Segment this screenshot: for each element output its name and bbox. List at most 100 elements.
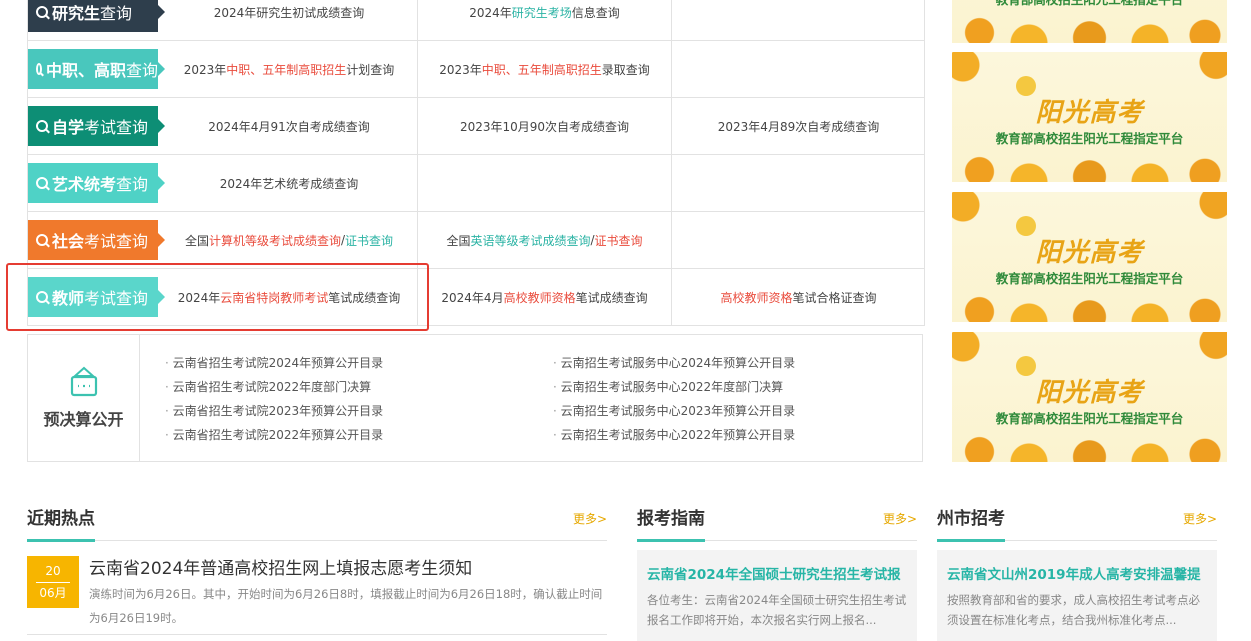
query-text: 2023年4月89次自考成绩查询 [717,119,880,134]
query-cell[interactable]: 2023年10月90次自考成绩查询 [417,98,671,154]
query-row: 中职、高职 查询 2023年 中职、五年制高职招生 计划查询 2023年 中职、五年制高职招… [28,41,924,98]
query-cell[interactable]: 全国 英语等级考试成绩查询 / 证书查询 [417,212,671,268]
query-category-label[interactable]: 自学 考试查询 [28,106,165,146]
news-summary: 演练时间为6月26日。其中，开始时间为6月26日8时，填报截止时间为6月26日1… [89,587,603,625]
query-cell[interactable]: 2023年 中职、五年制高职招生 计划查询 [162,41,416,97]
sunshine-gaokao-banner[interactable]: 阳光高考 教育部高校招生阳光工程指定平台 [952,332,1227,462]
search-icon [36,234,48,246]
query-text: 录取查询 [601,62,650,77]
label-bold: 社会 [52,232,85,251]
sunshine-gaokao-banner[interactable]: 阳光高考 教育部高校招生阳光工程指定平台 [952,192,1227,322]
search-icon [36,177,48,189]
sunshine-gaokao-banner[interactable]: 阳光高考 教育部高校招生阳光工程指定平台 [952,0,1227,43]
more-link[interactable]: 更多> [1183,510,1217,527]
exam-guide-section: 报考指南 更多> 云南省2024年全国硕士研究生招生考试报 各位考生：云南省20… [637,506,917,641]
budget-link[interactable]: 云南省招生考试院2022年度部门决算 [165,375,383,399]
label-rest: 查询 [125,61,158,80]
section-title: 州市招考 [937,506,1005,542]
query-text: 2024年艺术统考成绩查询 [219,176,359,191]
query-category-label[interactable]: 社会 考试查询 [28,220,165,260]
query-text: 笔试成绩查询 [575,290,648,305]
section-header: 近期热点 更多> [27,506,607,542]
query-link-text[interactable]: 计算机等级考试成绩查询 [209,232,341,249]
label-rest: 考试查询 [84,118,149,137]
query-text: 2023年 [439,62,482,77]
query-link-text[interactable]: 英语等级考试成绩查询 [470,232,590,249]
query-text: 2024年 [469,5,512,20]
budget-list-left: 云南省招生考试院2024年预算公开目录 云南省招生考试院2022年度部门决算 云… [165,351,384,447]
query-cell [417,155,671,211]
budget-link[interactable]: 云南省招生考试院2022年预算公开目录 [165,423,384,447]
query-link-text[interactable]: 高校教师资格 [504,289,576,306]
query-link-text[interactable]: 中职、五年制高职招生 [226,61,346,78]
query-cell [671,0,925,40]
label-rest: 查询 [100,4,133,23]
query-link-text[interactable]: 证书查询 [345,232,393,249]
search-icon [36,6,48,18]
query-text: 信息查询 [571,5,620,20]
budget-icon [70,366,97,397]
query-text: 2024年4月 [441,290,504,305]
query-cell[interactable]: 高校教师资格 笔试合格证查询 [671,269,925,325]
banner-subtitle: 教育部高校招生阳光工程指定平台 [995,131,1184,146]
budget-list-right: 云南招生考试服务中心2024年预算公开目录 云南招生考试服务中心2022年度部门… [553,351,796,447]
query-row: 艺术统考 查询 2024年艺术统考成绩查询 [28,155,924,212]
label-rest: 考试查询 [84,232,149,251]
label-bold: 自学 [52,118,85,137]
divider [27,634,607,635]
budget-link[interactable]: 云南招生考试服务中心2022年度部门决算 [553,375,795,399]
guide-card[interactable]: 云南省2024年全国硕士研究生招生考试报 各位考生：云南省2024年全国硕士研究… [637,550,917,641]
section-title: 报考指南 [637,506,705,542]
query-text: 全国 [446,233,471,248]
query-cell[interactable]: 2024年艺术统考成绩查询 [162,155,416,211]
label-bold: 研究生 [52,4,101,23]
budget-link[interactable]: 云南招生考试服务中心2022年预算公开目录 [553,423,796,447]
query-cell[interactable]: 2024年研究生初试成绩查询 [162,0,416,40]
query-category-label[interactable]: 中职、高职 查询 [28,49,165,89]
query-text: 2024年4月91次自考成绩查询 [208,119,370,134]
budget-link[interactable]: 云南省招生考试院2023年预算公开目录 [165,399,384,423]
budget-header: 预决算公开 [28,335,140,461]
banner-title: 阳光高考 [1035,98,1144,128]
query-link-text[interactable]: 高校教师资格 [720,289,792,306]
query-row: 自学 考试查询 2024年4月91次自考成绩查询 2023年10月90次自考成绩查询 2… [28,98,924,155]
budget-link[interactable]: 云南招生考试服务中心2023年预算公开目录 [553,399,796,423]
query-category-label[interactable]: 艺术统考 查询 [28,163,165,203]
query-link-text[interactable]: 中职、五年制高职招生 [482,61,602,78]
query-link-text[interactable]: 证书查询 [595,232,643,249]
more-link[interactable]: 更多> [573,510,607,527]
query-cell[interactable]: 2024年4月 高校教师资格 笔试成绩查询 [417,269,671,325]
news-title-link[interactable]: 云南省2024年普通高校招生网上填报志愿考生须知 [89,554,472,579]
card-title[interactable]: 云南省文山州2019年成人高考安排温馨提 [947,563,1201,583]
label-rest: 查询 [116,175,149,194]
prefecture-exam-section: 州市招考 更多> 云南省文山州2019年成人高考安排温馨提 按照教育部和省的要求… [937,506,1217,641]
section-header: 州市招考 更多> [937,506,1217,542]
query-cell[interactable]: 2023年4月89次自考成绩查询 [671,98,925,154]
more-link[interactable]: 更多> [883,510,917,527]
label-bold: 中职、高职 [45,61,126,80]
query-text: 2024年研究生初试成绩查询 [213,5,365,20]
sunshine-gaokao-banner[interactable]: 阳光高考 教育部高校招生阳光工程指定平台 [952,52,1227,182]
query-cell[interactable]: 全国 计算机等级考试成绩查询 / 证书查询 [162,212,416,268]
hot-news-section: 近期热点 更多> [27,506,607,542]
section-title: 近期热点 [27,506,95,542]
banner-subtitle: 教育部高校招生阳光工程指定平台 [995,411,1184,426]
date-month: 06月 [39,586,67,600]
card-text: 各位考生：云南省2024年全国硕士研究生招生考试报名工作即将开始，本次报名实行网… [647,593,907,627]
banner-subtitle: 教育部高校招生阳光工程指定平台 [952,0,1227,8]
banner-title: 阳光高考 [1035,238,1144,268]
banner-subtitle: 教育部高校招生阳光工程指定平台 [995,271,1184,286]
query-category-label[interactable]: 研究生 查询 [28,0,165,32]
prefecture-card[interactable]: 云南省文山州2019年成人高考安排温馨提 按照教育部和省的要求，成人高校招生考试… [937,550,1217,641]
query-cell[interactable]: 2024年4月91次自考成绩查询 [162,98,416,154]
query-cell[interactable]: 2024年 研究生考场 信息查询 [417,0,671,40]
query-cell [671,155,925,211]
card-title[interactable]: 云南省2024年全国硕士研究生招生考试报 [647,563,901,583]
budget-link[interactable]: 云南省招生考试院2024年预算公开目录 [165,351,384,375]
highlight-box [6,263,429,331]
search-icon [36,120,48,132]
query-link-text[interactable]: 研究生考场 [512,4,572,21]
label-bold: 艺术统考 [52,175,117,194]
budget-link[interactable]: 云南招生考试服务中心2024年预算公开目录 [553,351,796,375]
query-cell[interactable]: 2023年 中职、五年制高职招生 录取查询 [417,41,671,97]
